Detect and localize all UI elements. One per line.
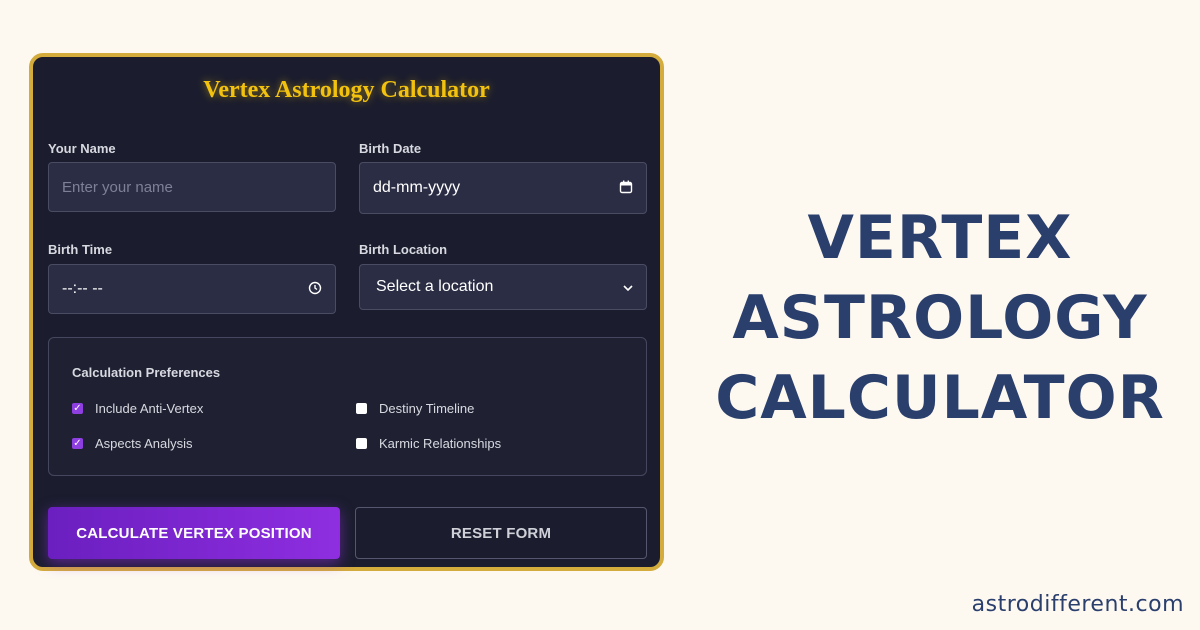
- name-label: Your Name: [48, 141, 116, 156]
- birth-location-label: Birth Location: [359, 242, 448, 257]
- birth-date-value: dd-mm-yyyy: [373, 179, 461, 196]
- pref-label: Karmic Relationships: [379, 436, 502, 451]
- birth-date-input[interactable]: dd-mm-yyyy: [359, 162, 647, 214]
- headline-line: VERTEX: [807, 203, 1073, 273]
- pref-label: Destiny Timeline: [379, 401, 475, 416]
- pref-include-anti-vertex[interactable]: ✓ Include Anti-Vertex: [72, 401, 203, 416]
- pref-aspects-analysis[interactable]: ✓ Aspects Analysis: [72, 436, 193, 451]
- reset-form-button[interactable]: RESET FORM: [355, 507, 647, 559]
- pref-label: Aspects Analysis: [95, 436, 193, 451]
- headline-line: CALCULATOR: [715, 363, 1165, 433]
- pref-karmic-relationships[interactable]: ✓ Karmic Relationships: [356, 436, 501, 451]
- calculate-vertex-button[interactable]: CALCULATE VERTEX POSITION: [48, 507, 340, 559]
- name-field-wrapper: [48, 162, 336, 212]
- birth-date-label: Birth Date: [359, 141, 422, 156]
- card-title: Vertex Astrology Calculator: [203, 77, 490, 103]
- calculation-preferences-panel: Calculation Preferences ✓ Include Anti-V…: [48, 337, 647, 476]
- checkbox-checked-icon[interactable]: ✓: [72, 403, 83, 414]
- checkbox-unchecked-icon[interactable]: ✓: [356, 438, 367, 449]
- birth-location-select[interactable]: Select a location: [359, 264, 647, 310]
- birth-location-value: Select a location: [376, 278, 494, 295]
- calculator-card: Vertex Astrology Calculator Your Name Bi…: [29, 53, 664, 571]
- site-url: astrodifferent.com: [971, 592, 1184, 617]
- preferences-title: Calculation Preferences: [72, 365, 221, 380]
- headline-line: ASTROLOGY: [732, 283, 1148, 353]
- checkbox-unchecked-icon[interactable]: ✓: [356, 403, 367, 414]
- checkbox-checked-icon[interactable]: ✓: [72, 438, 83, 449]
- birth-time-input[interactable]: --:-- --: [48, 264, 336, 314]
- pref-destiny-timeline[interactable]: ✓ Destiny Timeline: [356, 401, 474, 416]
- calendar-icon[interactable]: [619, 180, 633, 197]
- pref-label: Include Anti-Vertex: [95, 401, 204, 416]
- birth-time-value: --:-- --: [62, 280, 103, 297]
- birth-time-label: Birth Time: [48, 242, 113, 257]
- promo-headline: VERTEX ASTROLOGY CALCULATOR: [690, 198, 1190, 438]
- clock-icon[interactable]: [308, 281, 322, 298]
- chevron-down-icon: [623, 279, 633, 295]
- name-input[interactable]: [62, 178, 322, 196]
